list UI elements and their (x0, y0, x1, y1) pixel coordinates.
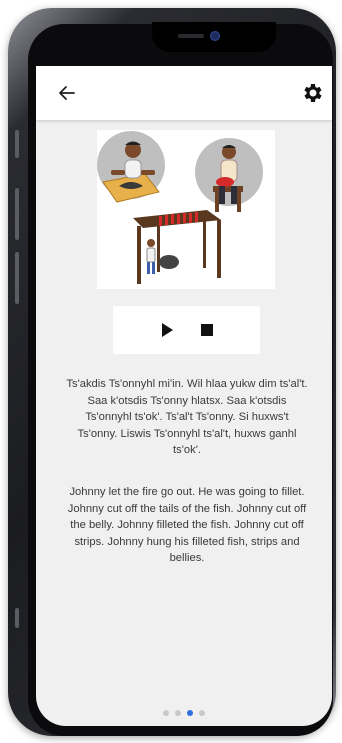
story-illustration (97, 130, 275, 289)
story-native-text: Ts'akdis Ts'onnyhl mi'in. Wil hlaa yukw … (66, 378, 308, 457)
speaker-grille (178, 34, 204, 38)
arrow-left-icon (59, 86, 75, 100)
audio-player (113, 306, 260, 354)
play-icon (162, 323, 173, 337)
side-button (15, 130, 19, 158)
volume-up-button (15, 188, 19, 240)
page-dot-active[interactable] (187, 710, 193, 716)
play-button[interactable] (159, 322, 175, 338)
story-english-text: Johnny let the fire go out. He was going… (67, 486, 307, 565)
back-button[interactable] (54, 80, 80, 106)
stop-button[interactable] (201, 324, 213, 336)
page-dot[interactable] (175, 710, 181, 716)
settings-button[interactable] (300, 81, 324, 105)
gear-icon (304, 84, 322, 102)
page-dot[interactable] (199, 710, 205, 716)
app-screen: Ts'akdis Ts'onnyhl mi'in. Wil hlaa yukw … (36, 66, 332, 726)
side-button (15, 608, 19, 628)
app-bar (36, 66, 332, 120)
page-dot[interactable] (163, 710, 169, 716)
page-indicator (36, 710, 332, 716)
front-camera (210, 31, 220, 41)
volume-down-button (15, 252, 19, 304)
